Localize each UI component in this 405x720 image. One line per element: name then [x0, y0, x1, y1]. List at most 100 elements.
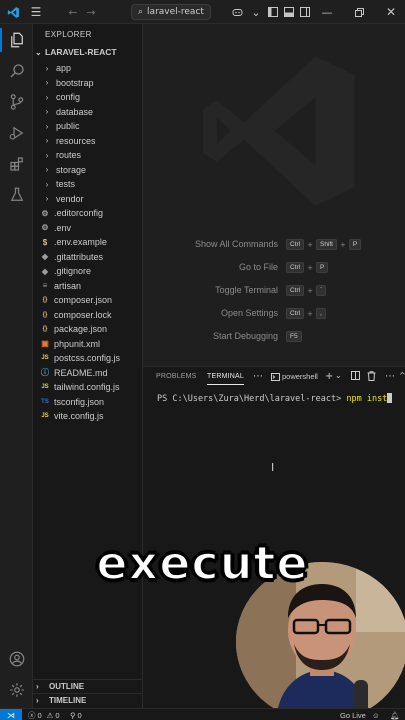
problems-status[interactable]: ⓧ 0 ⚠ 0	[28, 709, 60, 720]
chevron-right-icon: ›	[45, 63, 49, 73]
command-center-search[interactable]: ⌕ laravel-react	[131, 4, 211, 20]
file-item[interactable]: ⓘ README.md	[33, 366, 142, 380]
title-bar: ☰ ← → ⌕ laravel-react ⌄ — ✕	[0, 0, 405, 24]
key-cap: Ctrl	[286, 239, 305, 250]
file-label: artisan	[54, 280, 82, 291]
bell-icon[interactable]: 🔔︎	[390, 709, 400, 720]
copilot-icon[interactable]	[230, 0, 244, 24]
shortcut-label: Start Debugging	[212, 331, 278, 341]
folder-label: app	[56, 63, 72, 73]
account-icon[interactable]	[0, 644, 33, 674]
js-icon: JS	[41, 355, 49, 361]
file-item[interactable]: {} composer.json	[33, 293, 142, 307]
file-item[interactable]: ⚙ .env	[33, 221, 142, 235]
js-icon: JS	[41, 384, 49, 390]
extensions-icon[interactable]	[0, 149, 33, 179]
more-actions-icon[interactable]: ⋯	[385, 371, 395, 382]
shortcut-row[interactable]: Open Settings Ctrl +,	[143, 308, 405, 322]
settings-gear-icon[interactable]	[0, 675, 33, 705]
plus-separator: +	[307, 240, 313, 249]
shortcut-keys: Ctrl +,	[286, 308, 326, 319]
outline-section[interactable]: › OUTLINE	[33, 679, 142, 693]
file-item[interactable]: TS tsconfig.json	[33, 395, 142, 409]
search-icon: ⌕	[138, 7, 144, 17]
folder-item[interactable]: › resources	[33, 134, 142, 148]
file-item[interactable]: ◆ .gitattributes	[33, 250, 142, 264]
terminal-icon	[271, 372, 280, 381]
toggle-sidebar-icon[interactable]	[266, 0, 280, 24]
file-item[interactable]: ▣ phpunit.xml	[33, 337, 142, 351]
folder-item[interactable]: › config	[33, 90, 142, 104]
tab-terminal[interactable]: TERMINAL	[207, 373, 244, 385]
folder-label: resources	[56, 135, 96, 146]
file-item[interactable]: ⚙ .editorconfig	[33, 206, 142, 220]
explorer-icon[interactable]	[0, 25, 33, 55]
menu-icon[interactable]: ☰	[28, 0, 44, 24]
run-debug-icon[interactable]	[0, 118, 33, 148]
file-item[interactable]: ◆ .gitignore	[33, 264, 142, 278]
minimize-icon[interactable]: —	[318, 0, 336, 24]
terminal-line[interactable]: PS C:\Users\Zura\Herd\laravel-react> npm…	[157, 393, 393, 404]
shortcut-keys: F5	[286, 331, 302, 342]
shortcut-keys: Ctrl + `	[286, 285, 327, 296]
shortcut-row[interactable]: Start Debugging F5	[143, 331, 405, 345]
folder-item[interactable]: › bootstrap	[33, 76, 142, 90]
file-item[interactable]: JS postcss.config.js	[33, 351, 142, 365]
folder-item[interactable]: › public	[33, 119, 142, 133]
remote-icon[interactable]: ⋊	[0, 709, 22, 720]
split-terminal-icon[interactable]	[351, 371, 360, 383]
folder-item[interactable]: › database	[33, 105, 142, 119]
new-terminal-icon[interactable]: +	[325, 371, 333, 382]
folder-item[interactable]: › storage	[33, 163, 142, 177]
chevron-down-icon[interactable]: ⌄	[250, 0, 262, 24]
file-item[interactable]: {} composer.lock	[33, 308, 142, 322]
file-item[interactable]: JS vite.config.js	[33, 409, 142, 423]
search-text: laravel-react	[147, 7, 204, 17]
trash-icon[interactable]	[367, 371, 376, 384]
shortcut-row[interactable]: Show All Commands Ctrl + Shift + P	[143, 239, 405, 253]
toggle-secondary-sidebar-icon[interactable]	[298, 0, 312, 24]
file-item[interactable]: {} package.json	[33, 322, 142, 336]
back-arrow-icon[interactable]: ←	[66, 0, 80, 24]
project-root[interactable]: ⌄ LARAVEL-REACT	[35, 47, 117, 57]
key-cap: F5	[286, 331, 302, 342]
ports-status[interactable]: ⚲ 0	[70, 709, 82, 720]
file-item[interactable]: $ .env.example	[33, 235, 142, 249]
close-icon[interactable]: ✕	[382, 0, 400, 24]
shortcut-label: Open Settings	[220, 308, 278, 318]
dollar-icon: $	[42, 237, 48, 247]
go-live-button[interactable]: Go Live	[340, 709, 366, 720]
maximize-icon[interactable]	[350, 0, 368, 24]
tab-problems[interactable]: PROBLEMS	[156, 373, 197, 380]
shortcut-row[interactable]: Go to File Ctrl + P	[143, 262, 405, 276]
folder-item[interactable]: › routes	[33, 148, 142, 162]
timeline-section[interactable]: › TIMELINE	[33, 693, 142, 707]
shortcut-row[interactable]: Toggle Terminal Ctrl + `	[143, 285, 405, 299]
chevron-down-icon[interactable]: ⌄	[335, 371, 342, 380]
chevron-down-icon: ⌄	[35, 47, 42, 57]
source-control-icon[interactable]	[0, 87, 33, 117]
folder-item[interactable]: › app	[33, 61, 142, 75]
chevron-right-icon: ›	[45, 165, 49, 174]
copilot-status-icon[interactable]: ☺	[372, 709, 380, 720]
folder-item[interactable]: › vendor	[33, 192, 142, 206]
testing-flask-icon[interactable]	[0, 180, 33, 210]
xml-icon: ▣	[41, 339, 49, 348]
terminal-cursor	[387, 393, 393, 403]
shell-selector[interactable]: powershell	[271, 372, 318, 381]
search-icon[interactable]	[0, 56, 33, 86]
json-icon: {}	[42, 311, 48, 318]
file-label: package.json	[54, 324, 108, 334]
file-item[interactable]: ≡ artisan	[33, 279, 142, 293]
text-cursor-icon: I	[271, 461, 275, 474]
chevron-up-icon[interactable]: ^	[399, 371, 405, 380]
folder-item[interactable]: › tests	[33, 177, 142, 191]
forward-arrow-icon[interactable]: →	[84, 0, 98, 24]
toggle-panel-icon[interactable]	[282, 0, 296, 24]
more-actions-icon[interactable]: ⋯	[253, 371, 263, 382]
gear-icon: ⚙	[41, 223, 49, 232]
warning-icon: ⚠	[46, 710, 54, 720]
panel-tabs: PROBLEMS TERMINAL ⋯ powershell + ⌄ ⋯ ^	[143, 367, 405, 389]
chevron-right-icon: ›	[36, 682, 39, 691]
file-item[interactable]: JS tailwind.config.js	[33, 380, 142, 394]
